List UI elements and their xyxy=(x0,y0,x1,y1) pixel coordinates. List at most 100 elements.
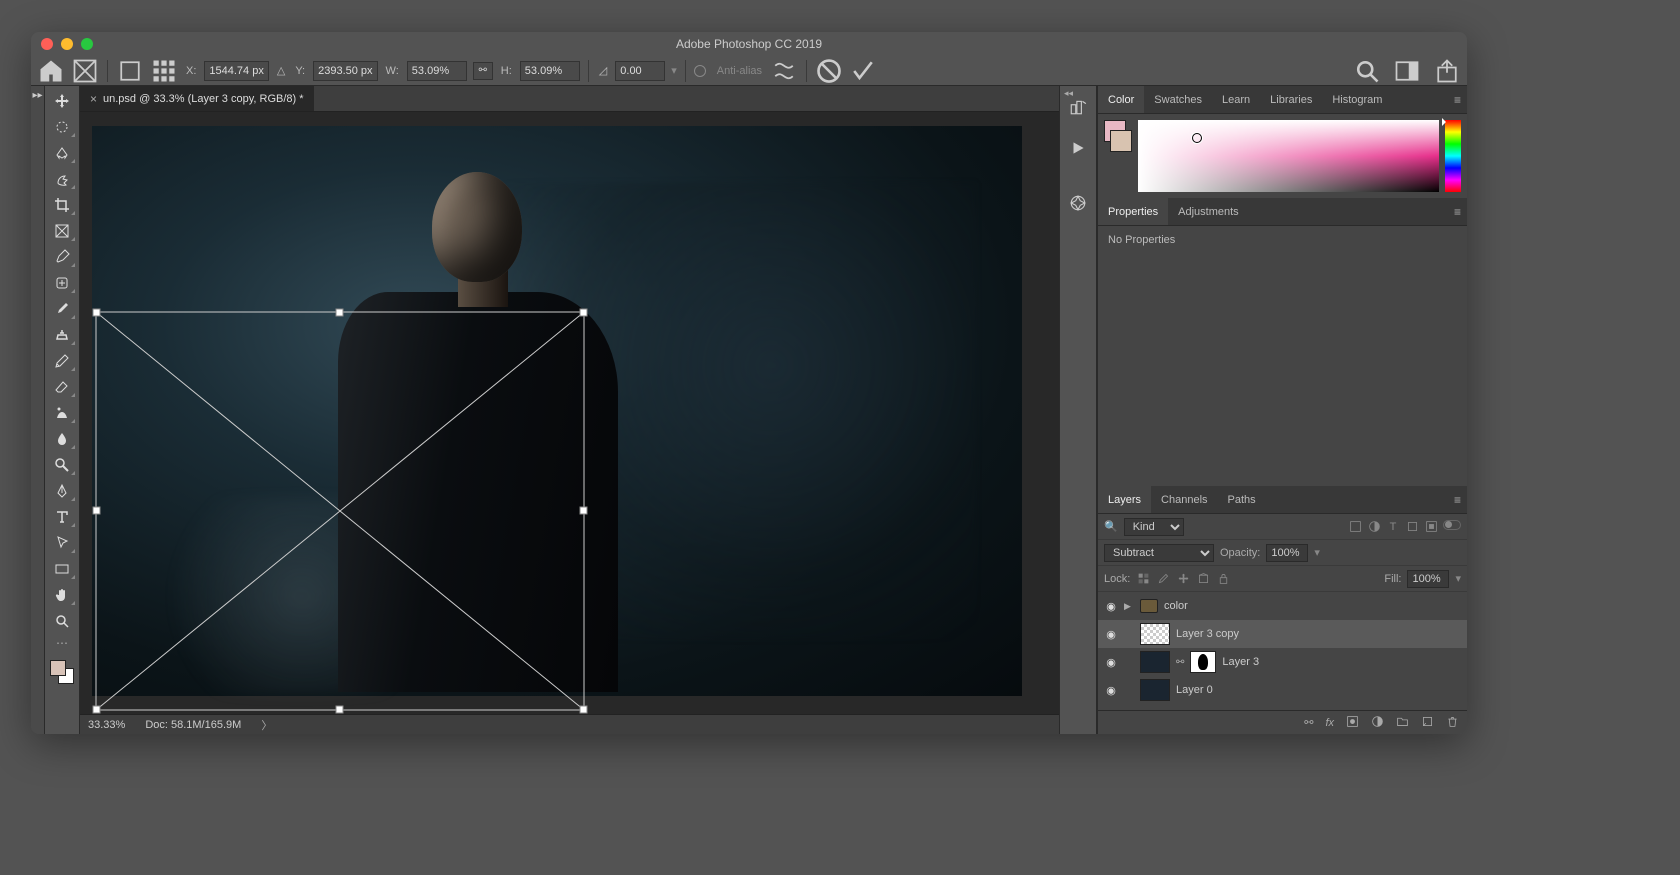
delta-icon[interactable]: △ xyxy=(275,64,287,77)
close-window-button[interactable] xyxy=(41,38,53,50)
tab-properties[interactable]: Properties xyxy=(1098,198,1168,225)
healing-brush-tool[interactable] xyxy=(48,272,76,294)
aspect-link-icon[interactable]: ⚯ xyxy=(473,62,493,80)
tab-swatches[interactable]: Swatches xyxy=(1144,86,1212,113)
new-group-icon[interactable] xyxy=(1396,715,1409,731)
add-mask-icon[interactable] xyxy=(1346,715,1359,731)
blur-tool[interactable] xyxy=(48,428,76,450)
background-swatch[interactable] xyxy=(1110,130,1132,152)
panel-menu-icon[interactable]: ≡ xyxy=(1454,93,1461,107)
marquee-tool[interactable] xyxy=(48,116,76,138)
quick-select-tool[interactable] xyxy=(48,168,76,190)
color-swatches[interactable] xyxy=(48,658,76,686)
blend-mode-select[interactable]: Subtract xyxy=(1104,544,1214,562)
type-tool[interactable] xyxy=(48,506,76,528)
layer-filter-kind[interactable]: Kind xyxy=(1124,518,1184,536)
canvas[interactable] xyxy=(92,126,1022,696)
move-tool[interactable] xyxy=(48,90,76,112)
rectangle-tool[interactable] xyxy=(48,558,76,580)
new-layer-icon[interactable] xyxy=(1421,715,1434,731)
eraser-tool[interactable] xyxy=(48,376,76,398)
layer-row[interactable]: ◉ ▶ color xyxy=(1098,592,1467,620)
filter-pixel-icon[interactable] xyxy=(1348,520,1362,534)
tab-channels[interactable]: Channels xyxy=(1151,486,1217,513)
panel-menu-icon[interactable]: ≡ xyxy=(1454,205,1461,219)
layer-style-icon[interactable]: fx xyxy=(1325,717,1334,729)
lock-transparency-icon[interactable] xyxy=(1136,572,1150,586)
zoom-window-button[interactable] xyxy=(81,38,93,50)
lock-all-icon[interactable] xyxy=(1216,572,1230,586)
tab-adjustments[interactable]: Adjustments xyxy=(1168,198,1249,225)
filter-toggle[interactable] xyxy=(1443,520,1461,530)
panel-menu-icon[interactable]: ≡ xyxy=(1454,493,1461,507)
layer-name[interactable]: color xyxy=(1164,600,1461,612)
filter-type-icon[interactable]: T xyxy=(1386,520,1400,534)
frame-tool[interactable] xyxy=(48,220,76,242)
brush-tool[interactable] xyxy=(48,298,76,320)
lock-pixels-icon[interactable] xyxy=(1156,572,1170,586)
delete-layer-icon[interactable] xyxy=(1446,715,1459,731)
dodge-tool[interactable] xyxy=(48,454,76,476)
visibility-toggle-icon[interactable]: ◉ xyxy=(1104,628,1118,641)
ref-point-grid-icon[interactable] xyxy=(150,59,178,83)
hue-slider[interactable] xyxy=(1445,120,1461,192)
tab-color[interactable]: Color xyxy=(1098,86,1144,113)
filter-shape-icon[interactable] xyxy=(1405,520,1419,534)
visibility-toggle-icon[interactable]: ◉ xyxy=(1104,684,1118,697)
document-tab[interactable]: × un.psd @ 33.3% (Layer 3 copy, RGB/8) * xyxy=(80,86,314,111)
y-field[interactable]: 2393.50 px xyxy=(313,61,377,81)
lasso-tool[interactable] xyxy=(48,142,76,164)
layer-name[interactable]: Layer 0 xyxy=(1176,684,1461,696)
edit-toolbar-icon[interactable]: ⋯ xyxy=(48,636,76,650)
h-field[interactable]: 53.09% xyxy=(520,61,580,81)
commit-transform-icon[interactable] xyxy=(849,59,877,83)
tab-paths[interactable]: Paths xyxy=(1218,486,1266,513)
pen-tool[interactable] xyxy=(48,480,76,502)
lock-artboard-icon[interactable] xyxy=(1196,572,1210,586)
close-tab-icon[interactable]: × xyxy=(90,92,97,106)
link-layers-icon[interactable]: ⚯ xyxy=(1304,716,1313,729)
history-brush-tool[interactable] xyxy=(48,350,76,372)
home-icon[interactable] xyxy=(37,59,65,83)
layer-thumbnail[interactable] xyxy=(1140,623,1170,645)
filter-smart-icon[interactable] xyxy=(1424,520,1438,534)
tab-learn[interactable]: Learn xyxy=(1212,86,1260,113)
angle-field[interactable]: 0.00 xyxy=(615,61,665,81)
navigator-panel-icon[interactable] xyxy=(1069,194,1087,217)
visibility-toggle-icon[interactable]: ◉ xyxy=(1104,600,1118,613)
layer-thumbnail[interactable] xyxy=(1140,679,1170,701)
history-panel-icon[interactable] xyxy=(1069,98,1087,121)
status-caret-icon[interactable]: 〉 xyxy=(261,717,272,733)
warp-mode-icon[interactable] xyxy=(770,59,798,83)
collapse-dock-icon[interactable]: ◂◂ xyxy=(1064,88,1073,99)
filter-adjust-icon[interactable] xyxy=(1367,520,1381,534)
minimize-window-button[interactable] xyxy=(61,38,73,50)
clone-stamp-tool[interactable] xyxy=(48,324,76,346)
twirl-icon[interactable]: ▶ xyxy=(1124,601,1134,612)
mask-link-icon[interactable]: ⚯ xyxy=(1176,657,1184,668)
layer-name[interactable]: Layer 3 xyxy=(1222,656,1461,668)
crop-tool[interactable] xyxy=(48,194,76,216)
doc-size-readout[interactable]: Doc: 58.1M/165.9M xyxy=(145,719,241,731)
actions-panel-icon[interactable] xyxy=(1069,139,1087,162)
search-icon[interactable] xyxy=(1353,59,1381,83)
visibility-toggle-icon[interactable]: ◉ xyxy=(1104,656,1118,669)
tab-libraries[interactable]: Libraries xyxy=(1260,86,1322,113)
lock-position-icon[interactable] xyxy=(1176,572,1190,586)
layer-thumbnail[interactable] xyxy=(1140,651,1170,673)
layer-row[interactable]: ◉ ⚯ Layer 3 xyxy=(1098,648,1467,676)
path-select-tool[interactable] xyxy=(48,532,76,554)
canvas-wrap[interactable] xyxy=(80,112,1059,714)
tab-layers[interactable]: Layers xyxy=(1098,486,1151,513)
x-field[interactable]: 1544.74 px xyxy=(204,61,268,81)
antialias-checkbox[interactable] xyxy=(694,65,706,77)
ref-point-toggle-icon[interactable] xyxy=(116,59,144,83)
zoom-readout[interactable]: 33.33% xyxy=(88,719,125,731)
layer-row[interactable]: ◉ Layer 3 copy xyxy=(1098,620,1467,648)
tab-histogram[interactable]: Histogram xyxy=(1322,86,1392,113)
workspace-icon[interactable] xyxy=(1393,59,1421,83)
layer-name[interactable]: Layer 3 copy xyxy=(1176,628,1461,640)
new-adjustment-icon[interactable] xyxy=(1371,715,1384,731)
gradient-tool[interactable] xyxy=(48,402,76,424)
layer-mask-thumbnail[interactable] xyxy=(1190,651,1216,673)
